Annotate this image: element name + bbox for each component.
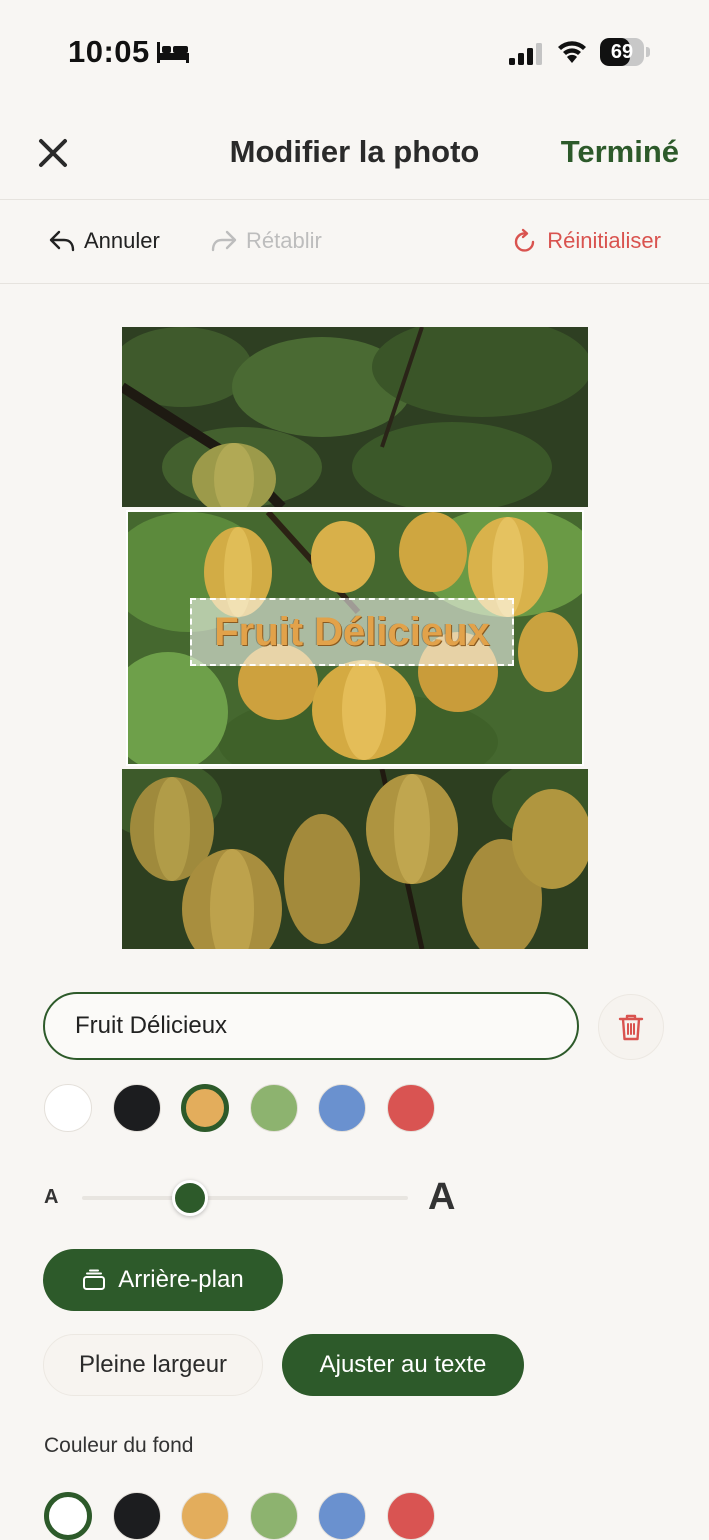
status-time: 10:05 bbox=[68, 34, 150, 69]
toolbar-divider bbox=[0, 283, 709, 284]
background-color-swatch[interactable] bbox=[44, 1492, 92, 1540]
delete-text-button[interactable] bbox=[598, 994, 664, 1060]
overlay-text-input[interactable] bbox=[43, 992, 579, 1060]
background-color-swatch[interactable] bbox=[386, 1492, 435, 1540]
background-color-swatch[interactable] bbox=[112, 1492, 161, 1540]
size-small-label: A bbox=[44, 1186, 59, 1208]
header-divider bbox=[0, 199, 709, 200]
photo-top-section bbox=[122, 327, 588, 507]
undo-icon bbox=[49, 230, 75, 252]
full-width-button[interactable]: Pleine largeur bbox=[43, 1334, 263, 1396]
battery-indicator: 69 bbox=[600, 38, 650, 66]
redo-icon bbox=[211, 230, 237, 252]
reset-label: Réinitialiser bbox=[547, 228, 661, 253]
done-button[interactable]: Terminé bbox=[561, 134, 679, 170]
trash-icon bbox=[618, 1014, 644, 1041]
size-slider-track[interactable] bbox=[82, 1196, 408, 1200]
text-color-swatch[interactable] bbox=[249, 1084, 298, 1132]
text-color-swatch[interactable] bbox=[181, 1084, 229, 1132]
background-toggle-button[interactable]: Arrière-plan bbox=[43, 1249, 283, 1311]
bed-icon bbox=[157, 42, 189, 63]
fit-to-text-button[interactable]: Ajuster au texte bbox=[282, 1334, 524, 1396]
text-color-swatch[interactable] bbox=[44, 1084, 92, 1132]
background-color-label: Couleur du fond bbox=[44, 1434, 194, 1457]
redo-label: Rétablir bbox=[246, 228, 322, 253]
full-width-label: Pleine largeur bbox=[78, 1351, 228, 1378]
text-overlay-box[interactable]: Fruit Délicieux bbox=[190, 598, 514, 666]
background-color-swatch[interactable] bbox=[249, 1492, 298, 1540]
size-large-label: A bbox=[428, 1176, 456, 1218]
photo-bottom-section bbox=[122, 769, 588, 949]
layers-icon bbox=[83, 1269, 106, 1290]
reset-icon bbox=[515, 228, 535, 252]
text-color-swatch[interactable] bbox=[386, 1084, 435, 1132]
redo-button[interactable]: Rétablir bbox=[210, 224, 322, 258]
signal-icon bbox=[509, 43, 542, 65]
fit-to-text-label: Ajuster au texte bbox=[319, 1351, 487, 1378]
text-color-swatch[interactable] bbox=[318, 1084, 366, 1132]
reset-button[interactable]: Réinitialiser bbox=[511, 224, 661, 258]
overlay-text: Fruit Délicieux bbox=[214, 609, 490, 654]
background-toggle-label: Arrière-plan bbox=[118, 1266, 244, 1293]
text-color-swatch[interactable] bbox=[112, 1084, 161, 1132]
undo-button[interactable]: Annuler bbox=[48, 224, 160, 258]
size-slider-thumb[interactable] bbox=[171, 1180, 208, 1216]
background-color-swatch[interactable] bbox=[318, 1492, 366, 1540]
undo-label: Annuler bbox=[84, 228, 160, 253]
background-color-swatch[interactable] bbox=[181, 1492, 229, 1540]
battery-level: 69 bbox=[610, 41, 634, 63]
wifi-icon bbox=[558, 41, 586, 63]
